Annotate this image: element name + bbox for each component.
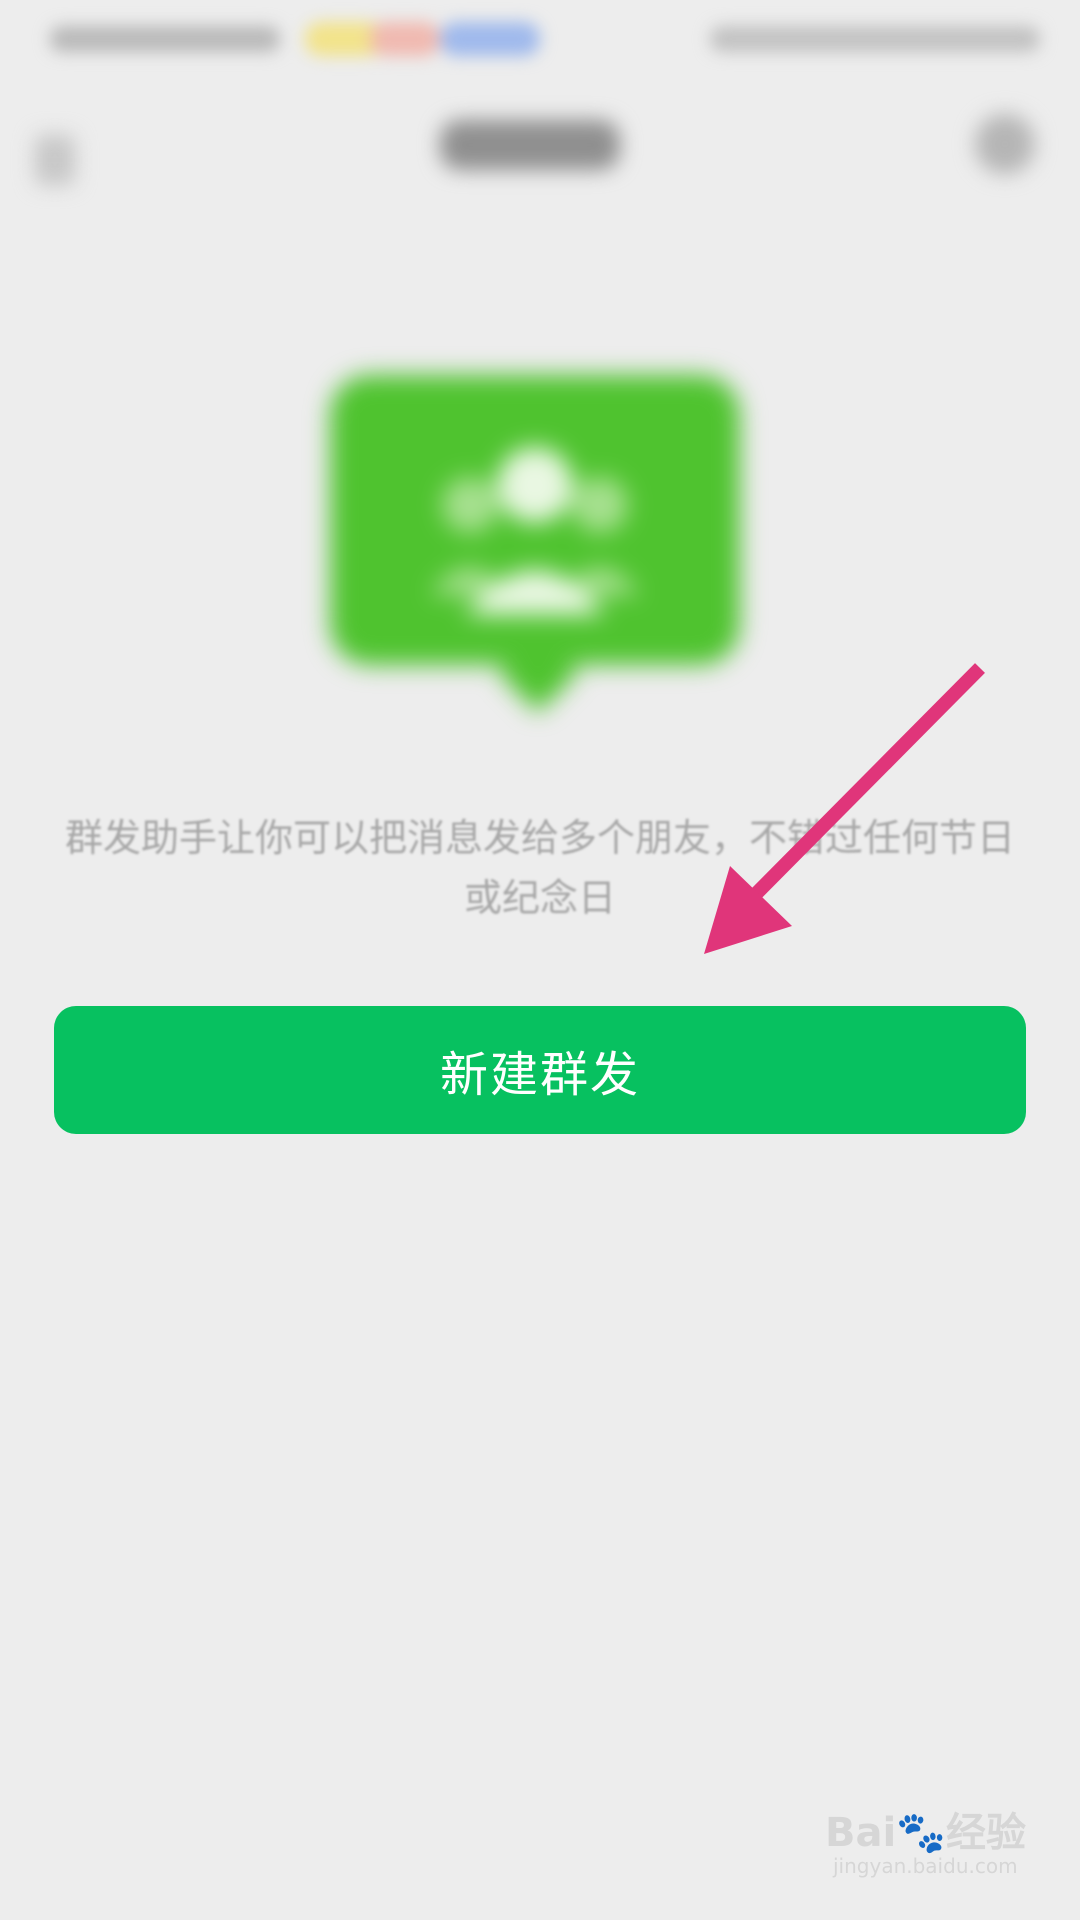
status-right-icons [710,26,1040,52]
new-broadcast-button-label: 新建群发 [439,1047,640,1103]
nav-bar [0,90,1080,210]
status-time [50,26,280,52]
status-bar [0,0,1080,80]
back-arrow-icon[interactable] [35,135,75,185]
more-icon[interactable] [975,114,1035,174]
description-line-2: 或纪念日 [463,876,616,920]
watermark-logo: Bai🐾经验 [825,1810,1026,1856]
notification-icon [370,22,440,56]
nav-title [440,120,620,170]
watermark-url: jingyan.baidu.com [833,1854,1018,1878]
new-broadcast-button[interactable]: 新建群发 [54,1006,1026,1134]
group-broadcast-icon [330,375,740,713]
notification-icon [440,22,540,56]
watermark: Bai🐾经验 jingyan.baidu.com [825,1800,1060,1890]
people-icon [430,447,640,615]
description-line-1: 群发助手让你可以把消息发给多个朋友，不错过任何节日 [64,816,1015,860]
screen: 群发助手让你可以把消息发给多个朋友，不错过任何节日 或纪念日 新建群发 Bai🐾… [0,0,1080,1920]
description-text: 群发助手让你可以把消息发给多个朋友，不错过任何节日 或纪念日 [50,808,1030,928]
